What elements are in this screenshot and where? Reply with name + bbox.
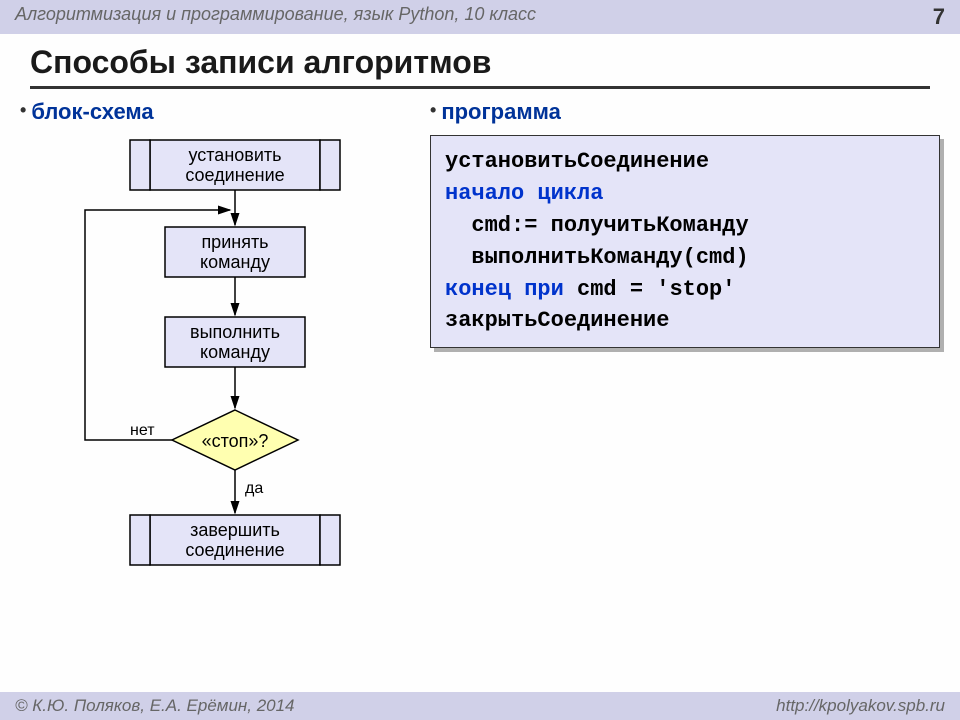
flow-box-close: завершить соединение (130, 515, 340, 565)
program-heading: программа (430, 99, 940, 125)
flowchart-diagram: установить соединение принять команду вы… (30, 135, 410, 675)
svg-text:соединение: соединение (185, 540, 284, 560)
svg-text:соединение: соединение (185, 165, 284, 185)
flow-decision-stop: «стоп»? (172, 410, 298, 470)
page-number: 7 (933, 4, 945, 30)
svg-text:выполнить: выполнить (190, 322, 280, 342)
yes-label: да (245, 480, 263, 497)
code-line-5a: конец при (445, 277, 564, 302)
code-line-4: выполнитьКоманду(cmd) (445, 245, 749, 270)
svg-text:«стоп»?: «стоп»? (202, 431, 269, 451)
flowchart-column: блок-схема установить соединение принять (20, 99, 420, 675)
code-line-1: установитьСоединение (445, 149, 709, 174)
code-listing: установитьСоединение начало цикла cmd:= … (430, 135, 940, 348)
footer-url: http://kpolyakov.spb.ru (776, 696, 945, 716)
flow-box-establish: установить соединение (130, 140, 340, 190)
page-title: Способы записи алгоритмов (30, 44, 930, 89)
code-line-3: cmd:= получитьКоманду (445, 213, 749, 238)
no-label: нет (130, 422, 155, 439)
svg-text:команду: команду (200, 342, 270, 362)
flowchart-heading: блок-схема (20, 99, 420, 125)
flow-box-receive: принять команду (165, 227, 305, 277)
svg-text:установить: установить (188, 145, 281, 165)
content-area: блок-схема установить соединение принять (0, 94, 960, 680)
flow-box-execute: выполнить команду (165, 317, 305, 367)
footer-authors: © К.Ю. Поляков, Е.А. Ерёмин, 2014 (15, 696, 295, 716)
svg-text:команду: команду (200, 252, 270, 272)
svg-text:завершить: завершить (190, 520, 280, 540)
program-column: программа установитьСоединение начало ци… (420, 99, 940, 675)
code-line-6: закрытьСоединение (445, 308, 669, 333)
footer-bar: © К.Ю. Поляков, Е.А. Ерёмин, 2014 http:/… (0, 692, 960, 720)
course-title: Алгоритмизация и программирование, язык … (15, 4, 536, 30)
svg-text:принять: принять (201, 232, 268, 252)
header-bar: Алгоритмизация и программирование, язык … (0, 0, 960, 34)
code-line-5b: cmd = 'stop' (564, 277, 736, 302)
code-line-2: начало цикла (445, 181, 603, 206)
